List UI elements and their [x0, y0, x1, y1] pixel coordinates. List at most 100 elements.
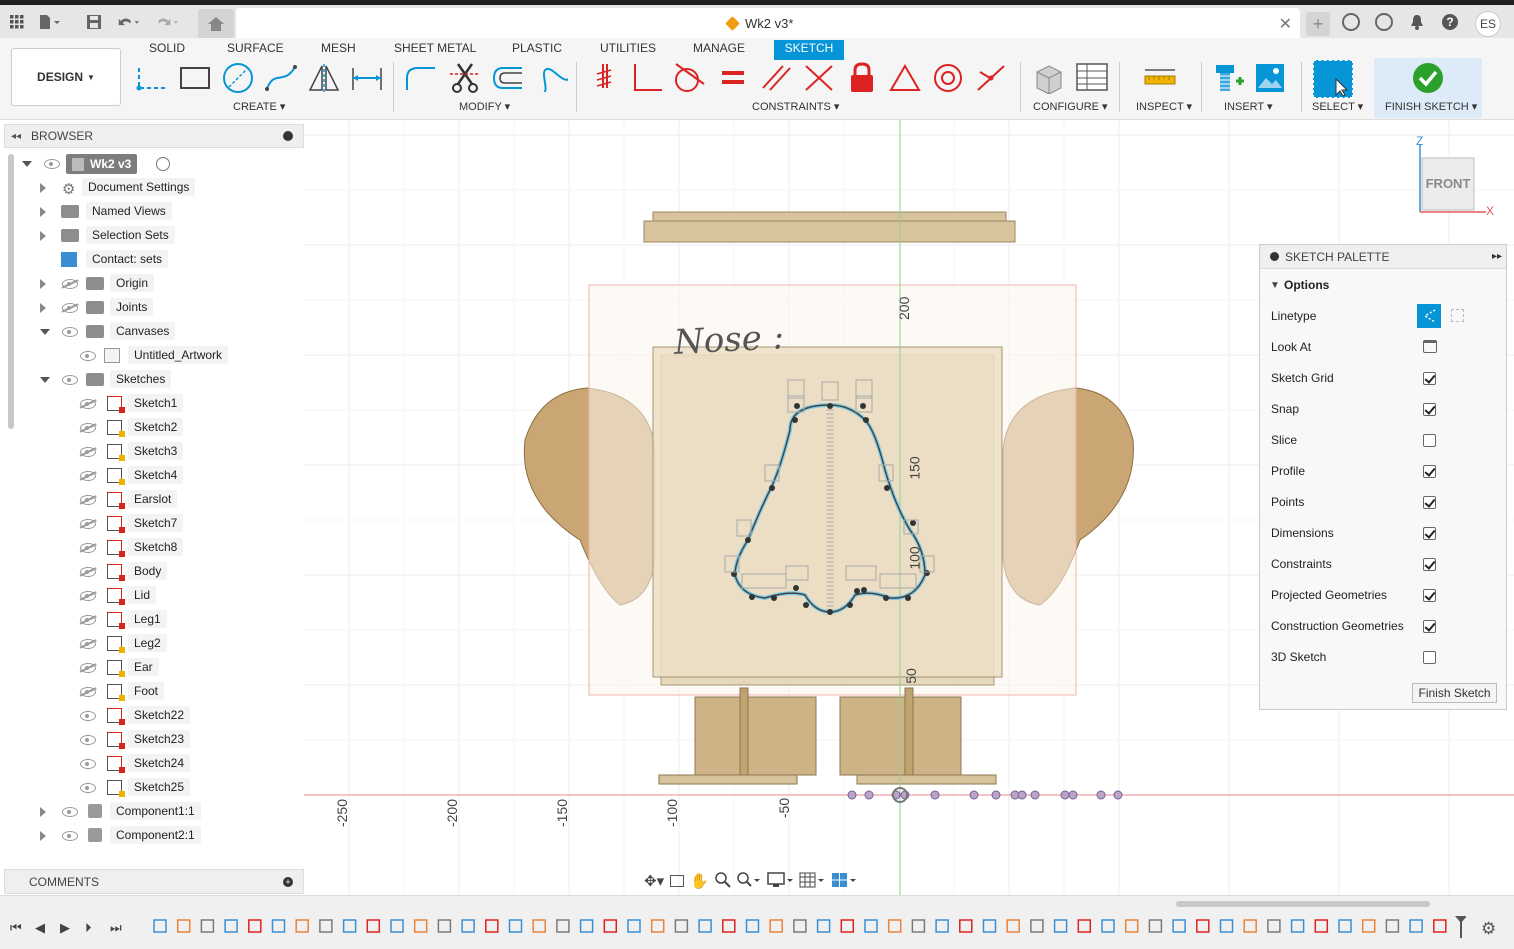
circle-tool-icon[interactable] [220, 60, 256, 96]
root-component-label[interactable]: Wk2 v3 [66, 154, 138, 174]
viewcube[interactable]: Z X FRONT [1416, 134, 1496, 224]
palette-option-checkbox[interactable] [1423, 526, 1436, 540]
timeline-feature-icon[interactable] [437, 919, 452, 933]
change-parameters-icon[interactable] [533, 60, 569, 96]
timeline-feature-icon[interactable] [532, 919, 546, 933]
horizontal-vertical-constraint-icon[interactable] [801, 60, 837, 96]
zoom-window-icon[interactable] [737, 871, 761, 891]
palette-option-checkbox[interactable] [1423, 371, 1436, 385]
tab-manage[interactable]: MANAGE [687, 40, 751, 60]
timeline-settings-gear-icon[interactable]: ⚙ [1481, 919, 1496, 939]
timeline-feature-icon[interactable] [793, 919, 807, 933]
dimension-tool-icon[interactable] [349, 60, 385, 96]
expand-arrow-icon[interactable] [40, 231, 46, 241]
timeline-features[interactable] [146, 916, 1466, 938]
visibility-eye-icon[interactable] [80, 351, 96, 361]
measure-ruler-icon[interactable] [1142, 60, 1178, 96]
visibility-eye-icon[interactable] [80, 543, 96, 553]
browser-minimize-icon[interactable] [283, 131, 293, 141]
palette-option-checkbox[interactable] [1423, 588, 1436, 602]
palette-option-checkbox[interactable] [1423, 464, 1436, 478]
step-back-icon[interactable]: ◀ [35, 920, 45, 936]
timeline-feature-icon[interactable] [745, 919, 760, 933]
palette-minimize-icon[interactable] [1270, 252, 1279, 261]
timeline-feature-icon[interactable] [271, 919, 286, 933]
go-to-end-icon[interactable]: ⏭ [110, 920, 122, 936]
visibility-eye-icon[interactable] [80, 471, 96, 481]
viewcube-front-face[interactable]: FRONT [1422, 176, 1474, 191]
centerline-linetype-icon[interactable] [1451, 309, 1464, 322]
timeline-feature-icon[interactable] [887, 919, 902, 933]
timeline-feature-icon[interactable] [556, 919, 570, 933]
notifications-bell-icon[interactable] [1406, 11, 1428, 33]
timeline-feature-icon[interactable] [1267, 919, 1281, 933]
configure-rules-icon[interactable] [1074, 60, 1110, 96]
tangent-constraint-icon[interactable] [671, 60, 707, 96]
trim-scissors-icon[interactable] [447, 60, 483, 96]
timeline-feature-icon[interactable] [342, 919, 357, 933]
undo-icon[interactable] [118, 11, 140, 33]
visibility-eye-icon[interactable] [80, 423, 96, 433]
spline-tool-icon[interactable] [263, 60, 299, 96]
equal-constraint-icon[interactable] [715, 60, 751, 96]
visibility-eye-icon[interactable] [80, 639, 96, 649]
timeline-feature-icon[interactable] [1433, 919, 1447, 933]
timeline-feature-icon[interactable] [508, 919, 523, 933]
collapse-panel-icon[interactable]: ◂◂ [11, 131, 21, 142]
tab-sheet-metal[interactable]: SHEET METAL [388, 40, 482, 60]
timeline-feature-icon[interactable] [1172, 919, 1186, 933]
tab-solid[interactable]: SOLID [143, 40, 191, 60]
tab-sketch[interactable]: SKETCH [774, 40, 844, 60]
timeline-feature-icon[interactable] [319, 919, 333, 933]
palette-option-checkbox[interactable] [1423, 495, 1436, 509]
browser-scrollbar[interactable] [8, 154, 14, 429]
timeline-feature-icon[interactable] [698, 919, 712, 933]
concentric-constraint-icon[interactable] [930, 60, 966, 96]
visibility-eye-icon[interactable] [62, 279, 78, 289]
timeline-feature-icon[interactable] [366, 919, 381, 933]
expand-arrow-icon[interactable] [22, 161, 32, 167]
timeline-feature-icon[interactable] [603, 919, 618, 933]
timeline-feature-icon[interactable] [816, 919, 831, 933]
visibility-eye-icon[interactable] [80, 735, 96, 745]
new-tab-plus-icon[interactable]: + [1306, 12, 1330, 36]
tab-plastic[interactable]: PLASTIC [506, 40, 568, 60]
timeline-feature-icon[interactable] [911, 919, 926, 933]
step-forward-icon[interactable]: ⏵ [85, 920, 92, 936]
timeline-feature-icon[interactable] [650, 919, 665, 933]
palette-option-checkbox[interactable] [1423, 433, 1436, 447]
timeline-feature-icon[interactable] [153, 919, 167, 933]
timeline-feature-icon[interactable] [1338, 919, 1352, 933]
insert-canvas-image-icon[interactable] [1252, 60, 1288, 96]
timeline-feature-icon[interactable] [1361, 919, 1376, 933]
visibility-eye-icon[interactable] [80, 615, 96, 625]
close-tab-icon[interactable]: ✕ [1279, 14, 1292, 34]
expand-arrow-icon[interactable] [40, 279, 46, 289]
viewports-icon[interactable] [831, 872, 857, 891]
visibility-eye-icon[interactable] [80, 567, 96, 577]
parallel-constraint-icon[interactable] [758, 60, 794, 96]
palette-option-checkbox[interactable] [1423, 402, 1436, 416]
palette-expand-icon[interactable]: ▸▸ [1492, 251, 1502, 262]
mirror-tool-icon[interactable] [306, 60, 342, 96]
timeline-feature-icon[interactable] [1385, 919, 1400, 933]
timeline-feature-icon[interactable] [1243, 919, 1257, 933]
go-to-start-icon[interactable]: ⏮ [10, 920, 22, 936]
timeline-feature-icon[interactable] [1077, 919, 1092, 933]
timeline-feature-icon[interactable] [1124, 919, 1139, 933]
grid-settings-icon[interactable] [799, 872, 825, 891]
app-grid-icon[interactable] [6, 11, 28, 33]
timeline-feature-icon[interactable] [1219, 919, 1234, 933]
timeline-scrollbar[interactable] [1176, 901, 1430, 907]
palette-option-checkbox[interactable] [1423, 650, 1436, 664]
visibility-eye-icon[interactable] [44, 159, 60, 169]
timeline-feature-icon[interactable] [959, 919, 973, 933]
expand-arrow-icon[interactable] [40, 183, 46, 193]
visibility-eye-icon[interactable] [62, 375, 78, 385]
redo-icon[interactable] [157, 11, 179, 33]
tab-utilities[interactable]: UTILITIES [594, 40, 662, 60]
extensions-icon[interactable] [1340, 11, 1362, 33]
timeline-feature-icon[interactable] [1290, 919, 1305, 933]
timeline-feature-icon[interactable] [390, 919, 404, 933]
activate-radio-icon[interactable] [156, 157, 170, 171]
